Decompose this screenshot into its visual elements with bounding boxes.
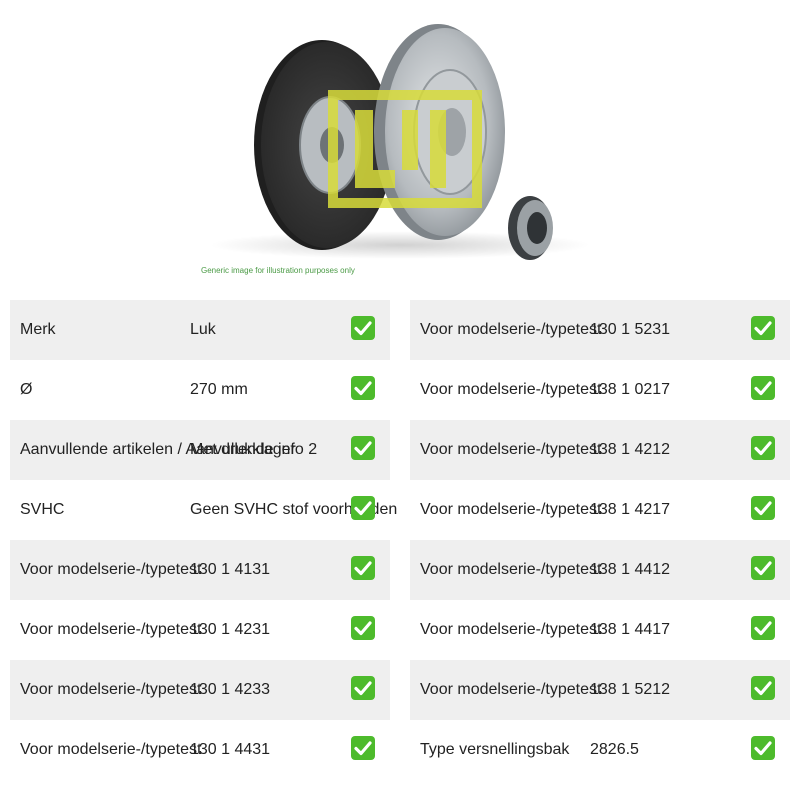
spec-value: 130 1 4131	[190, 561, 271, 578]
spec-value: 130 1 4431	[190, 741, 271, 758]
spec-row: Aanvullende artikelen / Aanvullende info…	[10, 420, 390, 480]
spec-value: 270 mm	[190, 381, 248, 398]
spec-row: Voor modelserie-/typetest 138 1 4412	[410, 540, 790, 600]
spec-value: 2826.5	[590, 741, 639, 758]
spec-label: Voor modelserie-/typetest	[420, 501, 602, 518]
spec-label: Voor modelserie-/typetest	[420, 441, 602, 458]
spec-table-right: Voor modelserie-/typetest 130 1 5231 Voor …	[410, 300, 790, 780]
check-mark-icon	[351, 556, 375, 580]
spec-row: Voor modelserie-/typetest 138 1 4217	[410, 480, 790, 540]
spec-label: Merk	[20, 321, 56, 338]
spec-value: 138 1 4417	[590, 621, 671, 638]
clutch-kit-illustration	[210, 24, 590, 260]
spec-row: Ø 270 mm	[10, 360, 390, 420]
check-mark-icon	[751, 616, 775, 640]
spec-value: 130 1 4233	[190, 681, 271, 698]
spec-row: Voor modelserie-/typetest 130 1 4431	[10, 720, 390, 780]
spec-label: Voor modelserie-/typetest	[420, 561, 602, 578]
spec-label: Voor modelserie-/typetest	[20, 741, 202, 758]
spec-value: 138 1 4217	[590, 501, 671, 518]
spec-label: Type versnellingsbak	[420, 741, 570, 758]
check-mark-icon	[351, 616, 375, 640]
spec-row: Type versnellingsbak 2826.5	[410, 720, 790, 780]
spec-label: Voor modelserie-/typetest	[420, 621, 602, 638]
spec-value: 130 1 5231	[590, 321, 671, 338]
spec-label: Voor modelserie-/typetest	[20, 621, 202, 638]
spec-label: Voor modelserie-/typetest	[20, 681, 202, 698]
check-mark-icon	[751, 556, 775, 580]
spec-label: Voor modelserie-/typetest	[420, 321, 602, 338]
spec-row: Voor modelserie-/typetest 130 1 4231	[10, 600, 390, 660]
spec-label: Voor modelserie-/typetest	[20, 561, 202, 578]
spec-value: 138 1 4212	[590, 441, 671, 458]
spec-value: 138 1 4412	[590, 561, 671, 578]
spec-value: Luk	[190, 321, 216, 338]
check-mark-icon	[751, 316, 775, 340]
check-mark-icon	[351, 376, 375, 400]
check-mark-icon	[351, 676, 375, 700]
spec-label: SVHC	[20, 501, 65, 518]
check-mark-icon	[751, 676, 775, 700]
spec-label: Voor modelserie-/typetest	[420, 681, 602, 698]
spec-row: Voor modelserie-/typetest 138 1 4417	[410, 600, 790, 660]
spec-row: Voor modelserie-/typetest 138 1 4212	[410, 420, 790, 480]
spec-row: SVHC Geen SVHC stof voorhanden	[10, 480, 397, 540]
product-image: Generic image for illustration purposes …	[0, 0, 800, 292]
spec-value: 138 1 0217	[590, 381, 671, 398]
spec-label: Ø	[20, 381, 33, 398]
spec-row: Voor modelserie-/typetest 138 1 0217	[410, 360, 790, 420]
spec-row: Merk Luk	[10, 300, 390, 360]
spec-value: 138 1 5212	[590, 681, 671, 698]
spec-value: Met drukklager	[190, 441, 296, 458]
image-caption: Generic image for illustration purposes …	[201, 266, 355, 275]
spec-row: Voor modelserie-/typetest 130 1 4131	[10, 540, 390, 600]
check-mark-icon	[351, 436, 375, 460]
spec-row: Voor modelserie-/typetest 130 1 4233	[10, 660, 390, 720]
spec-row: Voor modelserie-/typetest 130 1 5231	[410, 300, 790, 360]
check-mark-icon	[351, 736, 375, 760]
check-mark-icon	[751, 436, 775, 460]
check-mark-icon	[751, 376, 775, 400]
check-mark-icon	[751, 496, 775, 520]
spec-label: Voor modelserie-/typetest	[420, 381, 602, 398]
spec-table-left: Merk Luk Ø 270 mm Aanvullende artikelen / Aa…	[10, 300, 397, 780]
spec-value: 130 1 4231	[190, 621, 271, 638]
check-mark-icon	[351, 496, 375, 520]
check-mark-icon	[351, 316, 375, 340]
check-mark-icon	[751, 736, 775, 760]
spec-row: Voor modelserie-/typetest 138 1 5212	[410, 660, 790, 720]
